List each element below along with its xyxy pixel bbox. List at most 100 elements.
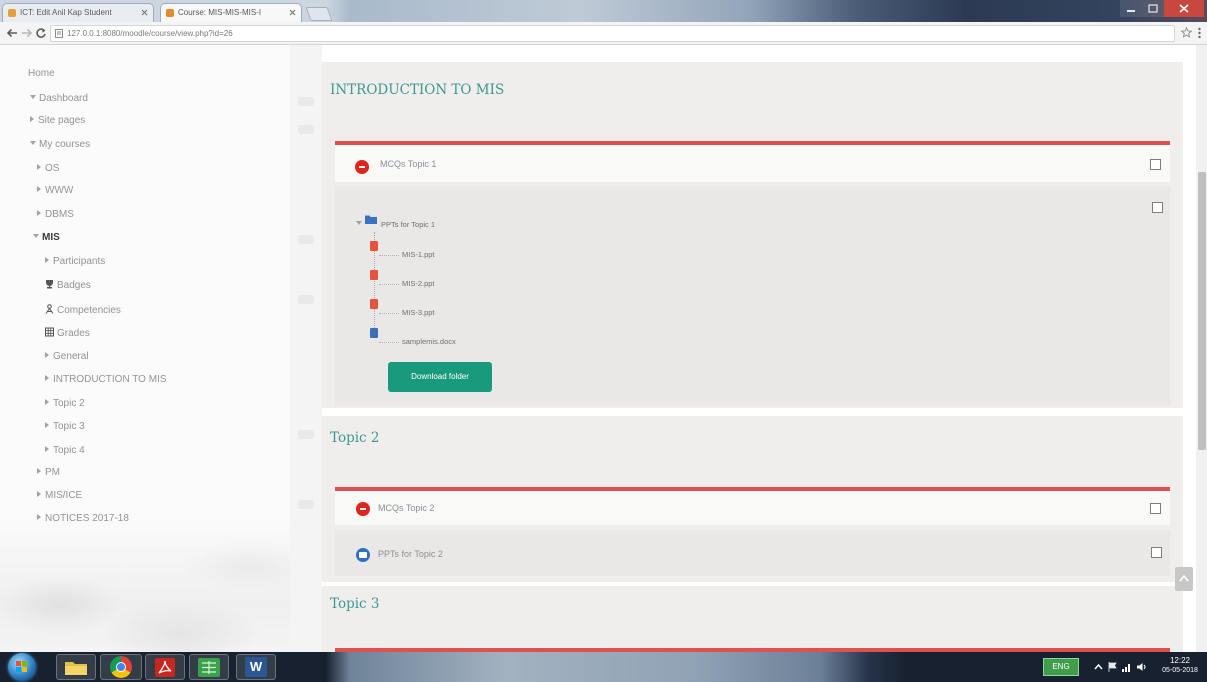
- sidebar-item-label: Participants: [53, 256, 106, 267]
- caret-right-icon: [45, 257, 49, 263]
- speaker-volume-icon[interactable]: [1137, 662, 1147, 672]
- word-icon: W: [245, 657, 267, 677]
- folder-file-link[interactable]: samplemis.docx: [402, 337, 456, 346]
- folder-file-link[interactable]: MIS-3.ppt: [402, 308, 435, 317]
- close-tab-icon[interactable]: [141, 9, 148, 16]
- sidebar-item-label: Site pages: [38, 115, 86, 126]
- address-bar[interactable]: 127.0.0.1:8080/moodle/course/view.php?id…: [50, 25, 1175, 42]
- sidebar-item-label: Badges: [57, 280, 91, 291]
- sidebar-item-participants[interactable]: Participants: [45, 256, 105, 268]
- sidebar-item-course-os[interactable]: OS: [37, 163, 59, 175]
- competencies-icon: [45, 304, 54, 314]
- sidebar-item-course-dbms[interactable]: DBMS: [37, 209, 74, 221]
- section-title[interactable]: INTRODUCTION TO MIS: [330, 82, 504, 98]
- close-tab-icon[interactable]: [289, 9, 296, 16]
- sidebar-item-course-mis-ice[interactable]: MIS/ICE: [37, 490, 82, 502]
- taskbar-word[interactable]: W: [236, 654, 276, 680]
- sidebar-item-course-www[interactable]: WWW: [37, 185, 73, 197]
- taskbar-green-app[interactable]: [189, 654, 229, 680]
- sidebar-item-section-topic-3[interactable]: Topic 3: [45, 421, 85, 433]
- activity-row[interactable]: MCQs Topic 1: [335, 141, 1170, 182]
- completion-checkbox[interactable]: [1151, 547, 1162, 558]
- completion-checkbox[interactable]: [1150, 503, 1161, 514]
- section-title[interactable]: Topic 3: [330, 596, 380, 612]
- window-close-button[interactable]: [1164, 0, 1204, 17]
- new-tab-button[interactable]: [305, 7, 333, 21]
- sidebar-item-section-topic-2[interactable]: Topic 2: [45, 398, 85, 410]
- course-content: INTRODUCTION TO MIS MCQs Topic 1 PPTs fo…: [322, 45, 1196, 652]
- windows-start-icon[interactable]: [8, 653, 36, 681]
- sidebar-item-section-intro[interactable]: INTRODUCTION TO MIS: [45, 374, 167, 386]
- course-section: Topic 3: [322, 586, 1183, 652]
- sidebar-item-course-pm[interactable]: PM: [37, 467, 60, 479]
- quiz-icon: [355, 160, 369, 174]
- dock-placeholder: [298, 97, 314, 106]
- activity-row[interactable]: MCQs Topic 2: [335, 487, 1170, 525]
- action-center-flag-icon[interactable]: [1108, 662, 1117, 672]
- taskbar-file-explorer[interactable]: [56, 654, 96, 680]
- browser-tab-strip: ICT: Edit Anil Kap Student Course: MIS-M…: [0, 0, 1207, 22]
- sidebar-item-course-notices[interactable]: NOTICES 2017-18: [37, 513, 129, 525]
- tree-connector: [379, 284, 399, 285]
- completion-checkbox[interactable]: [1152, 202, 1163, 213]
- word-file-icon: [370, 328, 378, 338]
- maximize-icon: [1148, 4, 1158, 13]
- folder-file-link[interactable]: MIS-1.ppt: [402, 250, 435, 259]
- back-icon[interactable]: [6, 27, 18, 39]
- tree-connector: [379, 313, 399, 314]
- sidebar-item-course-mis[interactable]: MIS: [33, 232, 60, 244]
- page-scrollbar[interactable]: [1196, 45, 1207, 652]
- language-indicator[interactable]: ENG: [1043, 658, 1079, 676]
- menu-dots-icon[interactable]: [1197, 27, 1202, 39]
- windows-taskbar: W ENG 12:22 05-05-2018: [0, 652, 1207, 682]
- caret-right-icon: [37, 210, 41, 216]
- scrollbar-thumb[interactable]: [1198, 172, 1206, 450]
- windows-logo-part: [16, 667, 21, 672]
- windows-logo-part: [22, 667, 27, 672]
- folder-icon: [365, 215, 377, 224]
- folder-file-link[interactable]: MIS-2.ppt: [402, 279, 435, 288]
- sidebar-item-label: Home: [28, 68, 55, 79]
- taskbar-chrome[interactable]: [100, 654, 142, 680]
- download-folder-button[interactable]: Download folder: [388, 362, 492, 392]
- taskbar-acrobat[interactable]: [145, 654, 185, 680]
- acrobat-icon: [155, 658, 175, 677]
- caret-right-icon: [45, 375, 49, 381]
- tree-connector: [379, 342, 399, 343]
- sidebar-item-section-topic-4[interactable]: Topic 4: [45, 445, 85, 457]
- folder-name[interactable]: PPTs for Topic 1: [381, 220, 435, 229]
- sidebar-item-badges[interactable]: Badges: [45, 279, 91, 292]
- taskbar-clock[interactable]: 12:22 05-05-2018: [1158, 655, 1202, 676]
- sidebar-item-competencies[interactable]: Competencies: [45, 304, 121, 317]
- sidebar-item-label: WWW: [45, 185, 74, 196]
- minimize-button[interactable]: [1120, 0, 1142, 17]
- sidebar-item-grades[interactable]: Grades: [45, 327, 90, 340]
- activity-link[interactable]: PPTs for Topic 2: [378, 549, 443, 559]
- back-to-top-button[interactable]: [1175, 567, 1193, 591]
- caret-right-icon: [37, 491, 41, 497]
- maximize-button[interactable]: [1142, 0, 1164, 17]
- show-hidden-icons-icon[interactable]: [1094, 662, 1103, 672]
- sidebar-item-my-courses[interactable]: My courses: [30, 139, 90, 151]
- reload-icon[interactable]: [35, 27, 47, 39]
- browser-tab-active[interactable]: Course: MIS-MIS-MIS-I: [160, 3, 302, 22]
- chrome-icon: [110, 656, 132, 678]
- activity-link[interactable]: MCQs Topic 1: [380, 159, 436, 169]
- caret-right-icon: [45, 352, 49, 358]
- section-title[interactable]: Topic 2: [330, 430, 380, 446]
- caret-down-icon[interactable]: [356, 221, 362, 225]
- sidebar-item-label: NOTICES 2017-18: [45, 513, 129, 524]
- activity-row[interactable]: PPTs for Topic 2: [335, 530, 1170, 576]
- activity-link[interactable]: MCQs Topic 2: [378, 503, 434, 513]
- sidebar-item-site-pages[interactable]: Site pages: [30, 115, 85, 127]
- sidebar-item-section-general[interactable]: General: [45, 351, 89, 363]
- completion-checkbox[interactable]: [1150, 159, 1161, 170]
- sidebar-item-dashboard[interactable]: Dashboard: [30, 93, 88, 105]
- sidebar-item-label: Dashboard: [39, 93, 88, 104]
- browser-tab[interactable]: ICT: Edit Anil Kap Student: [2, 3, 154, 22]
- page-info-icon[interactable]: [55, 29, 63, 38]
- forward-icon[interactable]: [21, 27, 33, 39]
- bookmark-star-icon[interactable]: [1181, 27, 1192, 38]
- sidebar-item-home[interactable]: Home: [28, 68, 55, 80]
- network-signal-icon[interactable]: [1122, 662, 1132, 672]
